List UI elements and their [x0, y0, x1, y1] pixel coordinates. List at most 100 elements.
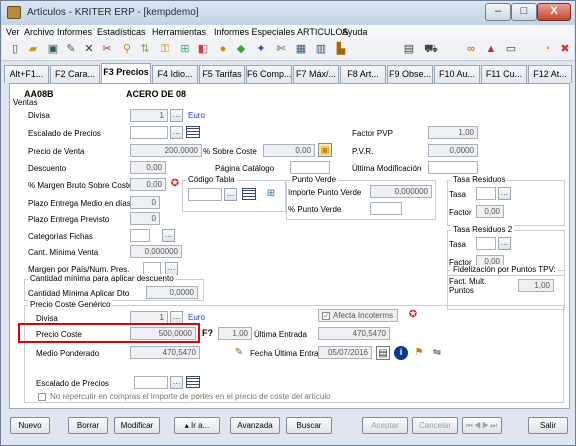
notes-icon[interactable]: ▭ [504, 42, 518, 56]
document-search-icon[interactable]: ▤ [376, 346, 390, 360]
menu-estadisticas[interactable]: Estadísticas [97, 27, 146, 37]
coste-factor-field[interactable]: 1,00 [218, 327, 252, 340]
tab-max-min[interactable]: F7 Máx/... [293, 65, 339, 83]
tab-caracteristicas[interactable]: F2 Cara... [50, 65, 100, 83]
search-binoculars-icon[interactable]: ∞ [464, 42, 478, 56]
factor-pvp-field[interactable]: 1,00 [428, 126, 478, 139]
new-doc-icon[interactable]: ▯ [8, 42, 22, 56]
record-navigator[interactable]: ⏮◀▶⏭ [462, 417, 502, 434]
ultima-entrada-field[interactable]: 470,5470 [318, 327, 390, 340]
filter-tree-icon[interactable]: ⚑ [412, 346, 426, 360]
tasa-factor-field[interactable]: 0,00 [476, 205, 504, 218]
tasa2-lookup-button[interactable]: … [498, 237, 511, 250]
coin-icon[interactable]: ● [216, 42, 230, 56]
codigo-tabla-grid-icon[interactable] [242, 188, 256, 200]
building-icon[interactable]: ▙ [334, 42, 348, 56]
coste-escalado-grid-icon[interactable] [186, 376, 200, 388]
wand-icon[interactable]: ✦ [254, 42, 268, 56]
margen-bruto-field[interactable]: 0,00 [130, 178, 166, 191]
menu-archivo[interactable]: Archivo [24, 27, 54, 37]
maximize-button[interactable]: □ [511, 3, 537, 21]
importe-punto-verde-field[interactable]: 0,000000 [370, 185, 432, 198]
tab-idiomas[interactable]: F4 Idio... [152, 65, 198, 83]
fact-mult-puntos-field[interactable]: 1,00 [518, 279, 554, 292]
codigo-tabla-lookup-button[interactable]: … [224, 188, 237, 201]
delete-icon[interactable]: ✕ [82, 42, 96, 56]
aceptar-button[interactable]: Aceptar [362, 417, 408, 434]
afecta-incoterms-checkbox[interactable]: ✓ [322, 312, 330, 320]
tab-cuentas[interactable]: F11 Cu... [481, 65, 527, 83]
codigo-tabla-field[interactable] [188, 188, 222, 201]
info-icon[interactable]: i [394, 346, 408, 360]
descuento-field[interactable]: 0,00 [130, 161, 166, 174]
salir-button[interactable]: Salir [528, 417, 568, 434]
pen-edit-icon[interactable]: ✎ [232, 346, 246, 360]
sobre-coste-field[interactable]: 0,00 [263, 144, 315, 157]
tab-articulos[interactable]: F8 Art... [340, 65, 386, 83]
calculator-icon[interactable]: ▣ [318, 143, 332, 157]
save-icon[interactable]: ▣ [46, 42, 60, 56]
barcode-icon[interactable]: ▥ [314, 42, 328, 56]
borrar-button[interactable]: Borrar [68, 417, 108, 434]
exit-icon[interactable]: ✖ [558, 42, 572, 56]
tree-icon[interactable]: ⊞ [264, 187, 278, 201]
menu-ayuda[interactable]: Ayuda [342, 27, 367, 37]
tab-componentes[interactable]: F6 Comp... [246, 65, 292, 83]
cantidad-minima-field[interactable]: 0,0000 [146, 286, 198, 299]
edit-icon[interactable]: ✎ [64, 42, 78, 56]
print-icon[interactable]: ▤ [402, 42, 416, 56]
categorias-field[interactable] [130, 229, 150, 242]
open-folder-icon[interactable]: ▰ [26, 42, 40, 56]
coste-escalado-field[interactable] [134, 376, 168, 389]
divisa-field[interactable]: 1 [130, 109, 168, 122]
pagina-catalogo-field[interactable] [290, 161, 330, 174]
cart-icon[interactable]: ⛟ [424, 42, 438, 56]
minimize-button[interactable]: – [485, 3, 511, 21]
chart-icon[interactable]: ◧ [196, 42, 210, 56]
grid-icon[interactable]: ▦ [294, 42, 308, 56]
coste-escalado-lookup-button[interactable]: … [170, 376, 183, 389]
cancelar-button[interactable]: Cancelar [412, 417, 458, 434]
menu-informes-especiales[interactable]: Informes Especiales ARTICULOS [214, 27, 348, 37]
tab-observaciones[interactable]: F9 Obse... [387, 65, 433, 83]
no-repercutir-checkbox[interactable] [38, 392, 46, 401]
ir-a-button[interactable]: ▴ Ir a... [174, 417, 220, 434]
key-icon[interactable]: ⚿ [158, 42, 172, 56]
modificar-button[interactable]: Modificar [114, 417, 160, 434]
escalado-field[interactable] [130, 126, 168, 139]
tasa-field[interactable] [476, 187, 496, 200]
cube-icon[interactable]: ◆ [234, 42, 248, 56]
precio-coste-field[interactable]: 500,0000 [130, 327, 196, 340]
tab-tarifas[interactable]: F5 Tarifas [199, 65, 245, 83]
nuevo-button[interactable]: Nuevo [10, 417, 50, 434]
close-button[interactable]: X [537, 3, 571, 21]
pvr-field[interactable]: 0,0000 [428, 144, 478, 157]
help-bulb-icon[interactable]: ◔ [540, 42, 554, 56]
plazo-previsto-field[interactable]: 0 [130, 212, 160, 225]
tab-alt-f1[interactable]: Alt+F1... [4, 65, 49, 83]
avanzada-button[interactable]: Avanzada [230, 417, 280, 434]
tasa-lookup-button[interactable]: … [498, 187, 511, 200]
tab-precios[interactable]: F3 Precios [101, 63, 151, 84]
margin-icon[interactable]: ✪ [168, 177, 182, 191]
tab-atributos[interactable]: F12 At... [528, 65, 572, 83]
menu-herramientas[interactable]: Herramientas [152, 27, 206, 37]
menu-informes[interactable]: Informes [57, 27, 92, 37]
menu-ver[interactable]: Ver [6, 27, 20, 37]
escalado-grid-icon[interactable] [186, 126, 200, 138]
tab-auxiliar[interactable]: F10 Au... [434, 65, 480, 83]
medio-ponderado-field[interactable]: 470,5470 [130, 346, 200, 359]
alert-icon[interactable]: ▲ [484, 42, 498, 56]
tasa2-field[interactable] [476, 237, 496, 250]
cant-minima-field[interactable]: 0,000000 [130, 245, 182, 258]
incoterms-icon[interactable]: ✪ [406, 308, 420, 322]
pct-punto-verde-field[interactable] [370, 202, 402, 215]
ultima-modificacion-field[interactable] [428, 161, 478, 174]
fecha-ultima-entrada-field[interactable]: 05/07/2016 [318, 346, 372, 359]
scissors-icon[interactable]: ✄ [274, 42, 288, 56]
divisa-lookup-button[interactable]: … [170, 109, 183, 122]
sort-icon[interactable]: ⇅ [138, 42, 152, 56]
buscar-button[interactable]: Buscar [286, 417, 332, 434]
escalado-lookup-button[interactable]: … [170, 126, 183, 139]
precio-venta-field[interactable]: 200,0000 [130, 144, 202, 157]
